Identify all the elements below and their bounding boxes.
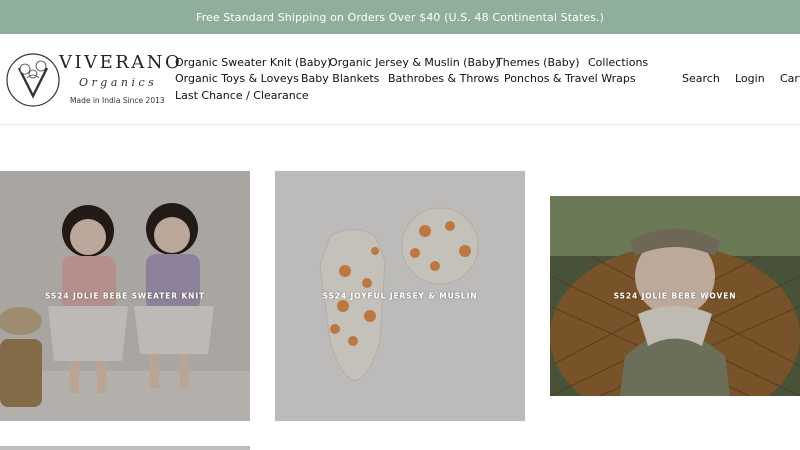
announcement-bar: Free Standard Shipping on Orders Over $4…	[0, 0, 800, 34]
collection-label: SS24 JOLIE BEBE SWEATER KNIT	[44, 291, 206, 301]
nav-item-collections[interactable]: Collections	[588, 56, 648, 69]
nav-item-bathrobes-throws[interactable]: Bathrobes & Throws	[388, 72, 499, 85]
nav-item-themes[interactable]: Themes (Baby)	[496, 56, 580, 69]
collection-tile-sweater-knit[interactable]: SS24 JOLIE BEBE SWEATER KNIT	[0, 171, 250, 421]
nav-item-last-chance[interactable]: Last Chance / Clearance	[175, 89, 309, 102]
collection-label: SS24 JOLIE BEBE WOVEN	[613, 291, 737, 301]
cart-link[interactable]: Cart	[780, 72, 800, 85]
logo[interactable]: VIVERANO Organics Made in India Since 20…	[5, 52, 180, 110]
search-link[interactable]: Search	[682, 72, 720, 85]
logo-tagline: Made in India Since 2013	[70, 96, 165, 105]
logo-name: VIVERANO	[59, 52, 183, 73]
cotton-logo-icon	[6, 53, 60, 107]
collection-tile-woven[interactable]: SS24 JOLIE BEBE WOVEN	[550, 196, 800, 396]
nav-item-organic-toys[interactable]: Organic Toys & Loveys	[175, 72, 299, 85]
nav-item-ponchos-travel-wraps[interactable]: Ponchos & Travel Wraps	[504, 72, 636, 85]
site-header: VIVERANO Organics Made in India Since 20…	[0, 34, 800, 125]
collection-tile-jersey-muslin[interactable]: SS24 JOYFUL JERSEY & MUSLIN	[275, 171, 525, 421]
collection-label: SS24 JOYFUL JERSEY & MUSLIN	[322, 291, 478, 301]
nav-item-baby-blankets[interactable]: Baby Blankets	[301, 72, 379, 85]
announcement-text: Free Standard Shipping on Orders Over $4…	[195, 10, 605, 24]
nav-item-organic-jersey-muslin[interactable]: Organic Jersey & Muslin (Baby)	[329, 56, 500, 69]
nav-item-organic-sweater-knit[interactable]: Organic Sweater Knit (Baby)	[175, 56, 331, 69]
collection-tile-partial[interactable]	[0, 446, 250, 450]
logo-subtitle: Organics	[79, 76, 158, 89]
login-link[interactable]: Login	[735, 72, 765, 85]
